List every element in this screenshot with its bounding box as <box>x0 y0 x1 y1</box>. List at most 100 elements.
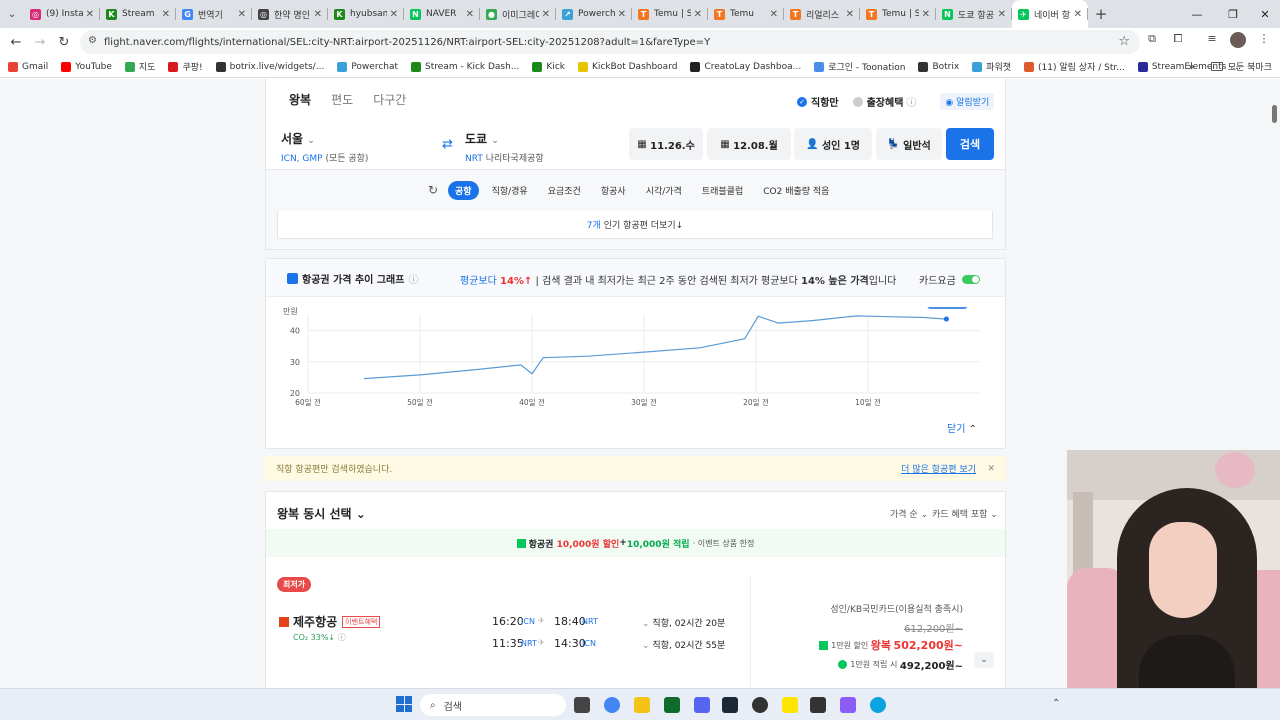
close-tab-icon[interactable]: ✕ <box>314 9 322 20</box>
url-field[interactable]: ⚙ flight.naver.com/flights/international… <box>80 30 1140 54</box>
toggle-switch[interactable] <box>961 275 980 284</box>
windows-start-icon[interactable] <box>396 696 412 712</box>
browser-tab[interactable]: ↗ Powerch ✕ <box>556 0 632 28</box>
flight-leg-row[interactable]: 16:20 ICN ✈ 18:40 NRT ⌄ 직항, 02시간 20분 <box>492 615 742 631</box>
close-tab-icon[interactable]: ✕ <box>162 9 170 20</box>
browser-tab[interactable]: ◎ (9) Insta ✕ <box>24 0 100 28</box>
tab-round-trip[interactable]: 왕복 <box>289 91 311 108</box>
search-button[interactable]: 검색 <box>946 128 994 160</box>
forward-icon[interactable]: → <box>28 35 52 50</box>
business-benefit-checkbox[interactable]: 출장혜택 ⓘ <box>852 94 916 109</box>
more-flights-link[interactable]: 더 많은 항공편 보기 <box>901 462 976 475</box>
extensions-icon[interactable]: ⧠ <box>1170 32 1186 48</box>
close-tab-icon[interactable]: ✕ <box>1074 9 1082 20</box>
menu-icon[interactable]: ⋮ <box>1256 32 1272 48</box>
kakaotalk-icon[interactable] <box>782 697 798 713</box>
all-bookmarks-link[interactable]: 모든 북마크 <box>1228 60 1272 73</box>
task-view-icon[interactable] <box>574 697 590 713</box>
filter-chip[interactable]: 직항/경유 <box>485 181 535 200</box>
close-notice-icon[interactable]: ✕ <box>987 464 995 474</box>
bookmark-item[interactable]: YouTube <box>61 60 112 73</box>
tab-one-way[interactable]: 편도 <box>331 91 353 108</box>
browser-tab[interactable]: Khyubsam✕ <box>328 0 404 28</box>
bookmark-item[interactable]: 로그인 - Toonation <box>814 60 905 73</box>
filter-chip[interactable]: 시각/가격 <box>639 181 689 200</box>
browser-tab[interactable]: ◎ 한약 명인 ✕ <box>252 0 328 28</box>
profile-avatar[interactable] <box>1230 32 1246 48</box>
price-alert-button[interactable]: ◉ 알림받기 <box>940 93 995 110</box>
browser-tab[interactable]: G 번역기 ✕ <box>176 0 252 28</box>
popular-flights-more[interactable]: 7개 인기 항공편 더보기↓ <box>277 211 993 239</box>
bookmark-item[interactable]: Gmail <box>8 60 48 73</box>
tab-search-icon[interactable]: ⌄ <box>0 2 24 26</box>
file-explorer-icon[interactable] <box>634 697 650 713</box>
direct-only-checkbox[interactable]: ✓ 직항만 <box>797 94 839 109</box>
return-date-button[interactable]: ▦ 12.08.월 <box>707 128 791 160</box>
results-title[interactable]: 왕복 동시 선택 ⌄ <box>277 505 366 522</box>
close-tab-icon[interactable]: ✕ <box>390 9 398 20</box>
bookmark-star-icon[interactable]: ☆ <box>1118 34 1130 49</box>
kick-app-icon[interactable] <box>664 697 680 713</box>
obs-icon[interactable] <box>752 697 768 713</box>
filter-chip[interactable]: 항공사 <box>594 181 633 200</box>
bookmark-item[interactable]: 지도 <box>124 60 155 73</box>
discord-icon[interactable] <box>694 697 710 713</box>
bookmark-item[interactable]: (11) 알림 상자 / Str... <box>1024 60 1125 73</box>
media-icon[interactable]: ≡ <box>1204 32 1220 48</box>
browser-tab[interactable]: N NAVER ✕ <box>404 0 480 28</box>
close-chart-button[interactable]: 닫기 ⌃ <box>947 420 977 435</box>
flight-leg-row[interactable]: 11:35 NRT ✈ 14:30 ICN ⌄ 직항, 02시간 55분 <box>492 637 742 653</box>
filter-chip[interactable]: 요금조건 <box>541 181 588 200</box>
bookmark-item[interactable]: Botrix <box>918 60 959 73</box>
browser-tab[interactable]: ✈ 네이버 항 ✕ <box>1012 0 1088 28</box>
close-tab-icon[interactable]: ✕ <box>846 9 854 20</box>
scrollbar-thumb[interactable] <box>1272 105 1277 123</box>
cabin-button[interactable]: 💺 일반석 <box>876 128 942 160</box>
final-price-row[interactable]: 1만원 할인 왕복 502,200원~ <box>819 637 963 653</box>
site-info-icon[interactable]: ⚙ <box>88 35 97 46</box>
reload-icon[interactable]: ↻ <box>52 35 76 50</box>
browser-tab[interactable]: T Temu | S ✕ <box>632 0 708 28</box>
bookmark-item[interactable]: CreatoLay Dashboa... <box>690 60 801 73</box>
passengers-button[interactable]: 👤 성인 1명 <box>794 128 872 160</box>
minimize-icon[interactable]: — <box>1180 0 1214 28</box>
bookmark-item[interactable]: Powerchat <box>337 60 398 73</box>
filter-chip[interactable]: CO2 배출량 적음 <box>756 181 836 200</box>
browser-tab[interactable]: ● 이미그레이✕ <box>480 0 556 28</box>
close-tab-icon[interactable]: ✕ <box>542 9 550 20</box>
close-tab-icon[interactable]: ✕ <box>618 9 626 20</box>
close-window-icon[interactable]: ✕ <box>1248 0 1280 28</box>
tray-chevron-icon[interactable]: ⌃ <box>1052 698 1060 709</box>
bookmark-item[interactable]: 쿠팡! <box>168 60 203 73</box>
terminal-icon[interactable] <box>810 697 826 713</box>
taskbar-search[interactable]: ⌕ 검색 <box>420 694 566 716</box>
origin-selector[interactable]: 서울 ⌄ ICN, GMP (모든 공항) <box>281 130 368 164</box>
bookmark-item[interactable]: KickBot Dashboard <box>577 60 677 73</box>
close-tab-icon[interactable]: ✕ <box>922 9 930 20</box>
bookmark-item[interactable]: Stream - Kick Dash... <box>411 60 519 73</box>
filter-chip[interactable]: 트래블클럽 <box>695 181 750 200</box>
app-icon[interactable] <box>840 697 856 713</box>
close-tab-icon[interactable]: ✕ <box>694 9 702 20</box>
browser-tab[interactable]: N 도쿄 항공 ✕ <box>936 0 1012 28</box>
browser-tab[interactable]: K Stream ✕ <box>100 0 176 28</box>
back-icon[interactable]: ← <box>4 35 28 50</box>
steam-icon[interactable] <box>722 697 738 713</box>
browser-tab[interactable]: T Temu | S ✕ <box>860 0 936 28</box>
tab-multi-city[interactable]: 다구간 <box>373 91 406 108</box>
close-tab-icon[interactable]: ✕ <box>466 9 474 20</box>
browser-tab[interactable]: T Temu ✕ <box>708 0 784 28</box>
close-tab-icon[interactable]: ✕ <box>86 9 94 20</box>
bookmark-item[interactable]: Kick <box>532 60 565 73</box>
close-tab-icon[interactable]: ✕ <box>998 9 1006 20</box>
bookmark-item[interactable]: 파워챗 <box>972 60 1011 73</box>
promo-banner[interactable]: 항공권 10,000원 할인 + 10,000원 적립 · 이벤트 상품 한정 <box>266 529 1005 557</box>
card-fare-toggle[interactable]: 카드요금 <box>919 272 980 287</box>
messenger-icon[interactable] <box>870 697 886 713</box>
filter-chip[interactable]: 공항 <box>448 181 479 200</box>
chrome-icon[interactable] <box>604 697 620 713</box>
bookmarks-more-button[interactable]: » <box>1188 60 1195 73</box>
depart-date-button[interactable]: ▦ 11.26.수 <box>629 128 703 160</box>
swap-icon[interactable]: ⇄ <box>442 137 453 152</box>
destination-selector[interactable]: 도쿄 ⌄ NRT 나리타국제공항 <box>465 130 544 164</box>
